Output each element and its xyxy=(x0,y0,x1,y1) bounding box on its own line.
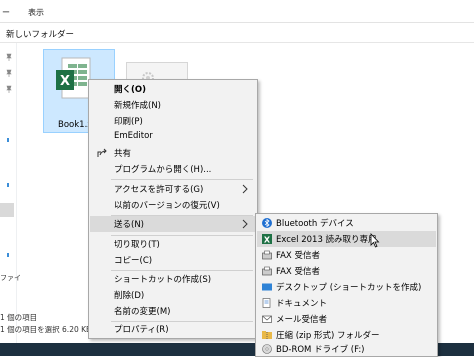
menu-item-label: 新規作成(N) xyxy=(114,101,161,111)
status-selection: 1 個の項目を選択 6.20 KB xyxy=(0,325,92,334)
pin-icon[interactable] xyxy=(5,69,13,77)
menu-item-label: プログラムから開く(H)... xyxy=(114,165,212,175)
menu-item-label: プロパティ(R) xyxy=(114,325,169,335)
chevron-right-icon xyxy=(242,219,248,229)
menu-item-label: BD-ROM ドライブ (F:) xyxy=(276,345,365,355)
menu-item-label: 印刷(P) xyxy=(114,117,143,127)
menu-item-properties[interactable]: プロパティ(R) xyxy=(90,321,256,337)
svg-text:X: X xyxy=(264,236,271,245)
menu-item-rename[interactable]: 名前の変更(M) xyxy=(90,303,256,319)
send-to-submenu: Bluetooth デバイス X Excel 2013 読み取り専用 FAX 受… xyxy=(255,213,438,357)
menu-item-label: 開く(O) xyxy=(114,85,146,95)
menu-item-label: 以前のバージョンの復元(V) xyxy=(114,201,220,211)
status-items-count: 1 個の項目 xyxy=(0,313,38,322)
menu-item-label: Excel 2013 読み取り専用 xyxy=(276,235,377,245)
ribbon-tab-file[interactable]: ー xyxy=(2,7,10,18)
menu-item-restore-versions[interactable]: 以前のバージョンの復元(V) xyxy=(90,197,256,213)
menu-separator xyxy=(111,179,253,180)
menu-item-label: コピー(C) xyxy=(114,256,153,266)
send-to-documents[interactable]: ドキュメント xyxy=(257,295,436,311)
bluetooth-icon xyxy=(262,218,272,228)
menu-item-label: EmEditor xyxy=(114,131,153,141)
menu-item-share[interactable]: 共有 xyxy=(90,145,256,161)
pin-icon[interactable] xyxy=(5,85,13,93)
desktop-icon xyxy=(262,283,272,291)
mouse-cursor-icon xyxy=(370,233,380,248)
send-to-fax[interactable]: FAX 受信者 xyxy=(257,263,436,279)
menu-item-label: 削除(D) xyxy=(114,291,145,301)
send-to-excel-readonly[interactable]: X Excel 2013 読み取り専用 xyxy=(257,231,436,247)
menu-item-label: 共有 xyxy=(114,149,132,159)
ribbon-tab-view[interactable]: 表示 xyxy=(28,7,44,18)
nav-selected-item[interactable] xyxy=(0,203,14,217)
menu-item-give-access[interactable]: アクセスを許可する(G) xyxy=(90,181,256,197)
menu-item-label: FAX 受信者 xyxy=(276,267,320,277)
pin-icon[interactable] xyxy=(5,53,13,61)
menu-item-label: ショートカットの作成(S) xyxy=(114,275,212,285)
menu-item-label: 送る(N) xyxy=(114,220,144,230)
send-to-desktop[interactable]: デスクトップ (ショートカットを作成) xyxy=(257,279,436,295)
mail-icon xyxy=(262,315,272,323)
menu-item-label: 名前の変更(M) xyxy=(114,307,171,317)
menu-item-print[interactable]: 印刷(P) xyxy=(90,113,256,129)
menu-item-emeditor[interactable]: EmEditor xyxy=(90,129,256,145)
share-icon xyxy=(97,148,107,157)
ribbon: ー 表示 xyxy=(0,0,474,23)
documents-icon xyxy=(262,298,271,308)
nav-marker xyxy=(7,183,9,187)
zip-folder-icon xyxy=(262,331,272,339)
address-bar[interactable]: 新しいフォルダー xyxy=(0,26,474,43)
fax-icon xyxy=(262,266,272,276)
menu-item-cut[interactable]: 切り取り(T) xyxy=(90,236,256,252)
navigation-pane: ファイ xyxy=(0,43,21,343)
menu-item-label: ドキュメント xyxy=(276,299,328,309)
send-to-bluetooth[interactable]: Bluetooth デバイス xyxy=(257,215,436,231)
nav-item-label[interactable]: ファイ xyxy=(0,273,21,283)
send-to-fax[interactable]: FAX 受信者 xyxy=(257,247,436,263)
menu-item-copy[interactable]: コピー(C) xyxy=(90,252,256,268)
menu-item-label: アクセスを許可する(G) xyxy=(114,185,204,195)
menu-item-label: 圧縮 (zip 形式) フォルダー xyxy=(276,331,380,341)
menu-item-open-with[interactable]: プログラムから開く(H)... xyxy=(90,161,256,177)
excel-file-icon: X xyxy=(56,57,91,99)
menu-item-send-to[interactable]: 送る(N) xyxy=(90,216,256,232)
send-to-bd-rom[interactable]: BD-ROM ドライブ (F:) xyxy=(257,341,436,357)
nav-marker xyxy=(7,253,9,257)
menu-item-delete[interactable]: 削除(D) xyxy=(90,287,256,303)
menu-item-label: Bluetooth デバイス xyxy=(276,219,354,229)
fax-icon xyxy=(262,250,272,260)
menu-item-label: デスクトップ (ショートカットを作成) xyxy=(276,283,422,293)
context-menu: 開く(O) 新規作成(N) 印刷(P) EmEditor 共有 プログラムから開… xyxy=(88,79,258,339)
menu-item-label: 切り取り(T) xyxy=(114,240,160,250)
menu-item-open[interactable]: 開く(O) xyxy=(90,81,256,97)
menu-item-new[interactable]: 新規作成(N) xyxy=(90,97,256,113)
svg-text:X: X xyxy=(60,74,70,89)
menu-item-label: FAX 受信者 xyxy=(276,251,320,261)
nav-marker xyxy=(7,138,9,142)
address-path: 新しいフォルダー xyxy=(6,30,75,40)
menu-item-label: メール受信者 xyxy=(276,315,328,325)
chevron-right-icon xyxy=(242,184,248,194)
menu-item-create-shortcut[interactable]: ショートカットの作成(S) xyxy=(90,271,256,287)
excel-icon: X xyxy=(262,234,272,244)
disc-drive-icon xyxy=(262,344,272,354)
send-to-mail[interactable]: メール受信者 xyxy=(257,311,436,327)
